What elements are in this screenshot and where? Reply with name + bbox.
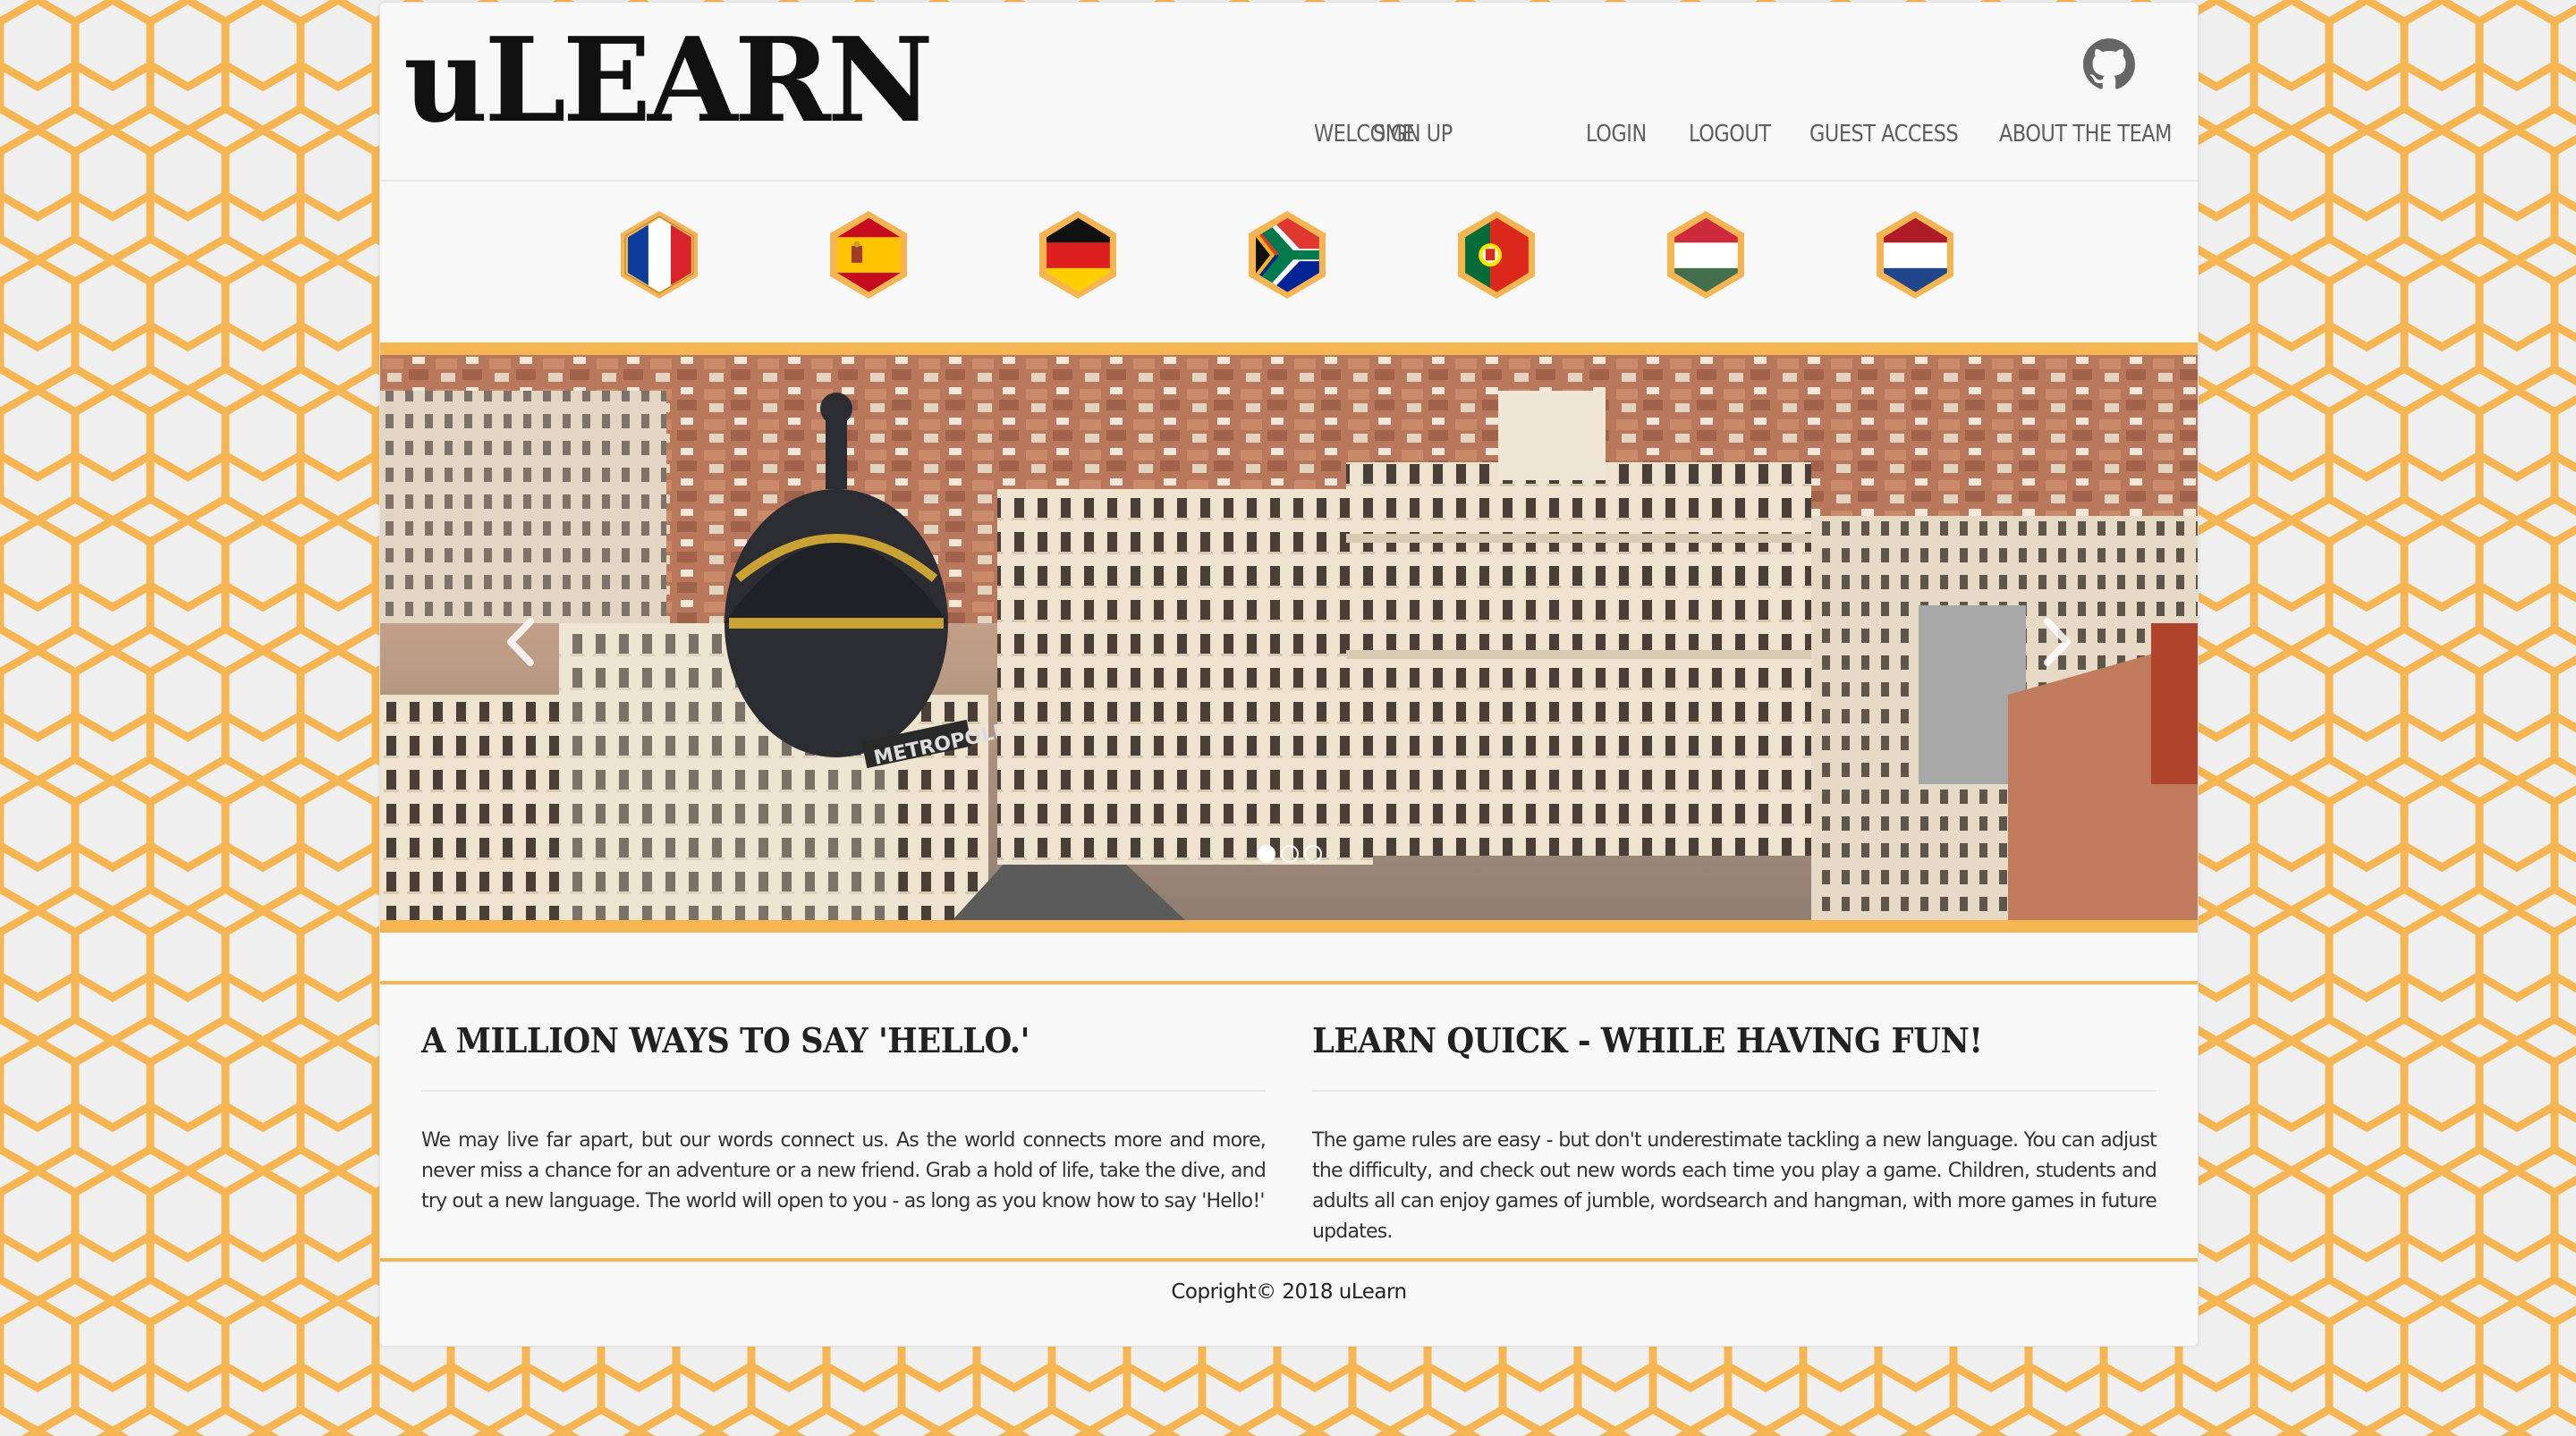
nav-about-the-team[interactable]: ABOUT THE TEAM <box>1999 121 2172 148</box>
carousel-next-arrow[interactable] <box>2035 611 2080 673</box>
main-nav: WELCOME SIGN UP LOGIN LOGOUT GUEST ACCES… <box>380 121 2198 156</box>
carousel-dot-2[interactable] <box>1281 845 1299 863</box>
carousel-indicators <box>1252 845 1333 866</box>
nav-logout[interactable]: LOGOUT <box>1689 121 1771 148</box>
site-header: uLEARN WELCOME SIGN UP LOGIN LOGOUT GUES… <box>380 3 2198 182</box>
nav-sign-up[interactable]: SIGN UP <box>1373 121 1453 148</box>
carousel-slide-madrid-city: METROPOLIS <box>380 355 2198 920</box>
german-flag-icon[interactable] <box>1038 210 1117 300</box>
image-carousel: METROPOLIS <box>380 342 2198 933</box>
french-flag-icon[interactable] <box>620 210 699 300</box>
divider <box>421 1090 1266 1092</box>
divider <box>1312 1090 2157 1092</box>
features-section: A MILLION WAYS TO SAY 'HELLO.' We may li… <box>380 981 2198 1262</box>
nav-guest-access[interactable]: GUEST ACCESS <box>1809 121 1959 148</box>
feature-title: A MILLION WAYS TO SAY 'HELLO.' <box>421 1020 1030 1060</box>
portuguese-flag-icon[interactable] <box>1457 210 1536 300</box>
south-african-flag-icon[interactable] <box>1248 210 1326 300</box>
feature-title: LEARN QUICK - WHILE HAVING FUN! <box>1312 1020 1983 1060</box>
main-container: uLEARN WELCOME SIGN UP LOGIN LOGOUT GUES… <box>379 2 2199 1347</box>
language-selector <box>380 182 2198 342</box>
carousel-prev-arrow[interactable] <box>498 611 543 673</box>
copyright-text: Copright© 2018 uLearn <box>1171 1280 1407 1304</box>
hungarian-flag-icon[interactable] <box>1666 210 1745 300</box>
feature-body: The game rules are easy - but don't unde… <box>1312 1129 2157 1243</box>
feature-body: We may live far apart, but our words con… <box>421 1129 1267 1212</box>
carousel-dot-3[interactable] <box>1304 845 1322 863</box>
spanish-flag-icon[interactable] <box>829 210 908 300</box>
dutch-flag-icon[interactable] <box>1876 210 1954 300</box>
github-icon[interactable] <box>2083 38 2135 90</box>
carousel-dot-1[interactable] <box>1258 845 1275 863</box>
nav-login[interactable]: LOGIN <box>1586 121 1647 148</box>
site-footer: Copright© 2018 uLearn <box>380 1265 2198 1319</box>
